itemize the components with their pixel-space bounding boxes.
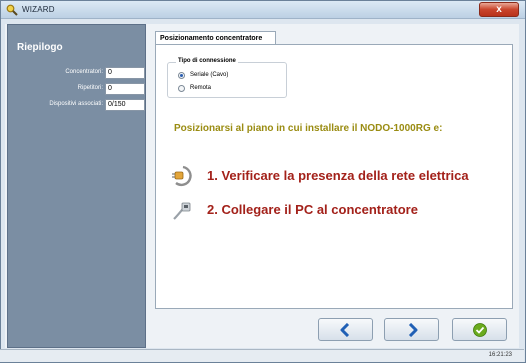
step-2-text: 2. Collegare il PC al concentratore bbox=[207, 202, 418, 217]
associated-devices-row: Dispositivi associati: 0/150 bbox=[8, 99, 147, 111]
tab-panel: Tipo di connessione Seriale (Cavo) Remot… bbox=[155, 44, 513, 309]
concentrators-label: Concentratori: bbox=[65, 69, 103, 75]
title-bar: WIZARD x bbox=[1, 1, 525, 19]
check-circle-icon bbox=[473, 323, 487, 337]
next-button[interactable] bbox=[384, 318, 439, 341]
instruction-text: Posizionarsi al piano in cui installare … bbox=[174, 123, 443, 134]
network-cable-icon bbox=[173, 202, 191, 220]
connection-type-group: Tipo di connessione Seriale (Cavo) Remot… bbox=[167, 58, 287, 98]
summary-title: Riepilogo bbox=[17, 42, 63, 53]
finish-button[interactable] bbox=[452, 318, 507, 341]
repeaters-row: Ripetitori: 0 bbox=[8, 83, 147, 95]
power-plug-icon bbox=[172, 165, 192, 187]
step-1-text: 1. Verificare la presenza della rete ele… bbox=[207, 168, 469, 183]
radio-remota-indicator[interactable] bbox=[178, 85, 185, 92]
associated-devices-field[interactable]: 0/150 bbox=[105, 99, 145, 111]
status-time: 16:21:23 bbox=[488, 352, 512, 358]
tab-posizionamento-concentratore[interactable]: Posizionamento concentratore bbox=[155, 31, 276, 45]
magnifier-app-icon bbox=[6, 4, 18, 16]
summary-sidebar: Riepilogo Concentratori: 0 Ripetitori: 0… bbox=[7, 24, 146, 348]
close-button[interactable]: x bbox=[479, 2, 519, 17]
repeaters-field[interactable]: 0 bbox=[105, 83, 145, 95]
associated-devices-label: Dispositivi associati: bbox=[49, 101, 103, 107]
connection-type-legend: Tipo di connessione bbox=[176, 58, 238, 64]
radio-remota-label: Remota bbox=[190, 85, 212, 91]
concentrators-field[interactable]: 0 bbox=[105, 67, 145, 79]
radio-seriale-indicator[interactable] bbox=[178, 72, 185, 79]
repeaters-label: Ripetitori: bbox=[77, 85, 103, 91]
concentrators-row: Concentratori: 0 bbox=[8, 67, 147, 79]
radio-seriale-label: Seriale (Cavo) bbox=[190, 72, 229, 78]
status-bar: 16:21:23 bbox=[0, 349, 524, 362]
window-title: WIZARD bbox=[22, 5, 55, 14]
back-button[interactable] bbox=[318, 318, 373, 341]
chevron-right-icon bbox=[408, 323, 418, 337]
chevron-left-icon bbox=[340, 323, 350, 337]
